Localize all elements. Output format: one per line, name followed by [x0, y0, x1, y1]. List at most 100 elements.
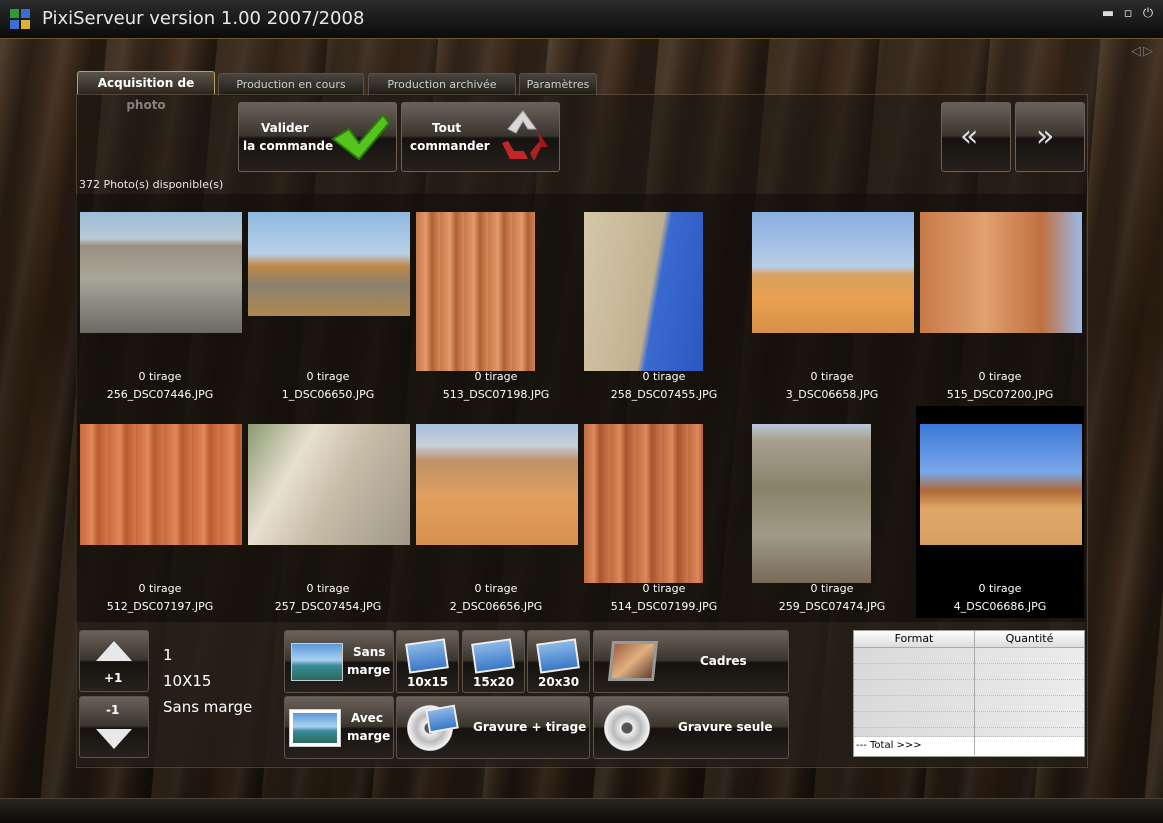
tab-production-archivee[interactable]: Production archivée [368, 73, 516, 96]
column-divider [974, 647, 975, 755]
fast-forward-button[interactable]: » [1015, 102, 1085, 172]
validate-order-button[interactable]: Valider la commande [238, 102, 397, 172]
col-header-quantite: Quantité [975, 631, 1084, 648]
photo-thumbnail[interactable] [248, 424, 410, 545]
table-row [854, 728, 1084, 737]
camera-photo-icon [471, 638, 515, 674]
photo-thumbnail[interactable] [584, 424, 703, 583]
gravure-tirage-button[interactable]: Gravure + tirage [396, 696, 590, 759]
decrement-button[interactable]: -1 [79, 696, 149, 758]
photo-thumbnail[interactable] [920, 212, 1082, 333]
avec-marge-label-2: marge [347, 729, 391, 743]
photo-thumbnail[interactable] [80, 424, 242, 545]
avec-marge-label-1: Avec [351, 711, 383, 725]
increment-label: +1 [104, 671, 123, 685]
photo-tirage: 0 tirage [306, 582, 350, 595]
nav-arrows[interactable]: ◁▷ [1131, 44, 1155, 59]
photo-tirage: 0 tirage [474, 370, 518, 383]
validate-label-1: Valider [261, 121, 309, 135]
photo-item[interactable]: 0 tirage 3_DSC06658.JPG [748, 194, 916, 406]
photo-filename: 515_DSC07200.JPG [946, 388, 1054, 401]
format-value: 10X15 [163, 672, 212, 690]
photo-tirage: 0 tirage [810, 582, 854, 595]
photo-tirage: 0 tirage [306, 370, 350, 383]
photo-thumbnail[interactable] [416, 424, 578, 545]
format-15x20-button[interactable]: 15x20 [462, 630, 525, 693]
cadres-button[interactable]: Cadres [593, 630, 789, 693]
sans-marge-label-2: marge [347, 663, 391, 677]
photo-filename: 3_DSC06658.JPG [785, 388, 879, 401]
rewind-button[interactable]: « [941, 102, 1011, 172]
photo-thumbnail[interactable] [920, 424, 1082, 545]
decrement-label: -1 [106, 703, 120, 717]
photo-item[interactable]: 0 tirage 256_DSC07446.JPG [76, 194, 244, 406]
photo-tirage: 0 tirage [642, 370, 686, 383]
photo-thumbnail[interactable] [416, 212, 535, 371]
window-title: PixiServeur version 1.00 2007/2008 [42, 8, 365, 29]
sans-marge-button[interactable]: Sans marge [284, 630, 394, 693]
validate-label-2: la commande [243, 139, 334, 153]
arrow-up-icon [96, 641, 132, 661]
col-header-format: Format [854, 631, 975, 648]
gravure-seule-button[interactable]: Gravure seule [593, 696, 789, 759]
total-row-label: --- Total >>> [856, 740, 922, 751]
power-icon[interactable]: ⏻ [1140, 6, 1156, 22]
camera-photo-icon [536, 638, 580, 674]
photo-item-selected[interactable]: 0 tirage 4_DSC06686.JPG [916, 406, 1084, 618]
photo-item[interactable]: 0 tirage 512_DSC07197.JPG [76, 406, 244, 618]
tab-acquisition[interactable]: Acquisition de photo [77, 71, 215, 112]
order-all-button[interactable]: Tout commander [401, 102, 560, 172]
photo-thumbnail[interactable] [80, 212, 242, 333]
photo-filename: 512_DSC07197.JPG [106, 600, 214, 613]
photo-item[interactable]: 0 tirage 2_DSC06656.JPG [412, 406, 580, 618]
avec-marge-button[interactable]: Avec marge [284, 696, 394, 759]
table-row [854, 664, 1084, 680]
border-value: Sans marge [163, 698, 253, 716]
format-20x30-label: 20x30 [538, 675, 580, 689]
minimize-icon[interactable]: ▬ [1100, 6, 1116, 22]
photo-item[interactable]: 0 tirage 513_DSC07198.JPG [412, 194, 580, 406]
maximize-icon[interactable]: ▫ [1120, 6, 1136, 22]
increment-button[interactable]: +1 [79, 630, 149, 692]
photo-item[interactable]: 0 tirage 1_DSC06650.JPG [244, 194, 412, 406]
landscape-icon [291, 643, 343, 681]
photo-filename: 1_DSC06650.JPG [281, 388, 375, 401]
tab-production-en-cours[interactable]: Production en cours [218, 73, 364, 96]
photo-item[interactable]: 0 tirage 515_DSC07200.JPG [916, 194, 1084, 406]
sans-marge-label-1: Sans [353, 645, 386, 659]
photo-thumbnail[interactable] [248, 212, 410, 316]
photo-filename: 256_DSC07446.JPG [106, 388, 214, 401]
order-all-label-2: commander [410, 139, 490, 153]
photo-thumbnail[interactable] [752, 212, 914, 333]
gravure-tirage-label: Gravure + tirage [473, 720, 587, 734]
title-bar: PixiServeur version 1.00 2007/2008 ▬ ▫ ⏻ [0, 0, 1163, 39]
photo-tirage: 0 tirage [810, 370, 854, 383]
photo-tirage: 0 tirage [978, 370, 1022, 383]
order-summary-table[interactable]: Format Quantité --- Total >>> [853, 630, 1085, 757]
arrow-down-icon [96, 729, 132, 749]
table-row [854, 712, 1084, 728]
photo-tirage: 0 tirage [978, 582, 1022, 595]
photo-item[interactable]: 0 tirage 259_DSC07474.JPG [748, 406, 916, 618]
photo-icon [425, 704, 459, 734]
photo-tirage: 0 tirage [138, 582, 182, 595]
photo-filename: 259_DSC07474.JPG [778, 600, 886, 613]
photo-item[interactable]: 0 tirage 514_DSC07199.JPG [580, 406, 748, 618]
table-row [854, 680, 1084, 696]
photo-item[interactable]: 0 tirage 258_DSC07455.JPG [580, 194, 748, 406]
photo-thumbnail[interactable] [584, 212, 703, 371]
gravure-seule-label: Gravure seule [678, 720, 773, 734]
tab-parametres[interactable]: Paramètres [519, 73, 597, 96]
format-10x15-button[interactable]: 10x15 [396, 630, 459, 693]
photo-item[interactable]: 0 tirage 257_DSC07454.JPG [244, 406, 412, 618]
format-20x30-button[interactable]: 20x30 [527, 630, 590, 693]
photo-tirage: 0 tirage [642, 582, 686, 595]
photo-thumbnail[interactable] [752, 424, 871, 583]
framed-landscape-icon [289, 709, 341, 747]
recycle-icon [502, 110, 548, 161]
photo-filename: 2_DSC06656.JPG [449, 600, 543, 613]
quantity-value: 1 [163, 646, 173, 664]
format-10x15-label: 10x15 [407, 675, 449, 689]
table-row [854, 696, 1084, 712]
cd-icon [604, 705, 650, 751]
